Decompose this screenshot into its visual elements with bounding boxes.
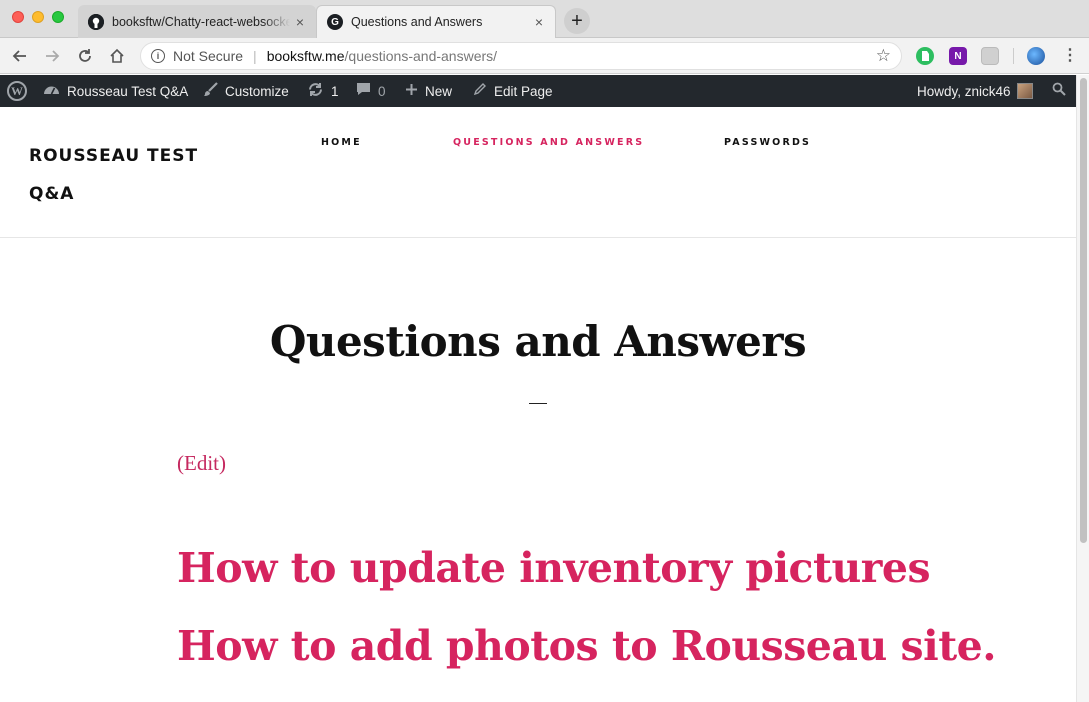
admin-updates-count: 1 [331,83,339,99]
github-icon [88,13,104,30]
wp-admin-bar: W Rousseau Test Q&A Customize 1 0 New Ed… [0,75,1076,107]
tab-title: booksftw/Chatty-react-websocket [112,14,290,29]
plus-icon [405,83,418,100]
nav-questions-and-answers[interactable]: QUESTIONS AND ANSWERS [453,137,644,148]
page-scrollbar[interactable] [1076,75,1089,702]
info-icon[interactable]: i [151,49,165,63]
tab-close-icon[interactable]: × [529,14,549,30]
browser-tab-bar: booksftw/Chatty-react-websocket × G Ques… [0,0,1089,38]
back-arrow-icon [12,50,26,62]
brush-icon [203,81,218,101]
admin-account[interactable]: Howdy, znick46 [917,75,1033,107]
g-icon: G [327,14,343,30]
home-button[interactable] [105,44,129,68]
dashboard-icon [43,82,60,100]
browser-menu-icon[interactable]: ⋮ [1062,46,1078,66]
page-title: Questions and Answers [269,317,807,366]
wordpress-logo-icon: W [7,81,27,101]
site-page: ROUSSEAU TEST Q&A HOME QUESTIONS AND ANS… [0,107,1076,702]
admin-search[interactable] [1052,75,1073,107]
admin-edit-page-label: Edit Page [494,83,553,99]
qa-link-update-inventory-pictures[interactable]: How to update inventory pictures [177,544,931,592]
back-button[interactable] [8,44,32,68]
url-host: booksftw.me [266,48,345,64]
minimize-window-button[interactable] [32,11,44,23]
comment-icon [356,82,371,100]
site-title-line1: ROUSSEAU TEST [29,146,199,166]
pencil-icon [473,82,487,100]
tab-close-icon[interactable]: × [290,14,310,30]
reload-button[interactable] [73,44,97,68]
title-divider [529,403,547,404]
forward-arrow-icon [46,50,60,62]
admin-howdy-label: Howdy, znick46 [917,83,1011,99]
address-bar[interactable]: i Not Secure | booksftw.me /questions-an… [140,42,902,70]
tab-github[interactable]: booksftw/Chatty-react-websocket × [78,5,316,38]
profile-avatar-icon[interactable] [1027,47,1045,65]
updates-icon [307,82,324,101]
tab-questions-and-answers[interactable]: G Questions and Answers × [316,5,556,38]
wp-logo-button[interactable]: W [7,75,27,107]
admin-site-name-label: Rousseau Test Q&A [67,83,189,99]
qa-link-add-photos[interactable]: How to add photos to Rousseau site. [177,622,997,670]
admin-new[interactable]: New [405,75,452,107]
url-path: /questions-and-answers/ [344,48,498,64]
admin-comments[interactable]: 0 [356,75,386,107]
site-title-line2: Q&A [29,184,75,204]
nav-home[interactable]: HOME [321,137,362,148]
home-icon [110,48,124,63]
admin-site-name[interactable]: Rousseau Test Q&A [43,75,188,107]
maximize-window-button[interactable] [52,11,64,23]
admin-comments-count: 0 [378,83,386,99]
nav-passwords[interactable]: PASSWORDS [724,137,811,148]
admin-updates[interactable]: 1 [307,75,339,107]
site-title[interactable]: ROUSSEAU TEST Q&A [29,137,229,213]
evernote-extension-icon[interactable] [916,47,934,65]
admin-new-label: New [425,83,453,99]
close-window-button[interactable] [12,11,24,23]
admin-edit-page[interactable]: Edit Page [473,75,553,107]
tab-title: Questions and Answers [351,15,483,29]
user-avatar [1016,83,1033,99]
toolbar-divider [1013,48,1014,64]
browser-toolbar: i Not Secure | booksftw.me /questions-an… [0,38,1089,74]
edit-link[interactable]: (Edit) [177,451,226,476]
scrollbar-thumb[interactable] [1080,78,1087,543]
forward-button[interactable] [40,44,64,68]
admin-customize-label: Customize [225,83,289,99]
bookmark-star-icon[interactable]: ☆ [876,46,891,66]
extension-icon[interactable] [981,47,999,65]
onenote-extension-icon[interactable]: N [949,47,967,65]
site-header: ROUSSEAU TEST Q&A HOME QUESTIONS AND ANS… [0,107,1076,238]
reload-icon [79,49,91,62]
admin-customize[interactable]: Customize [203,75,289,107]
address-divider: | [253,48,257,64]
new-tab-button[interactable]: + [564,8,590,34]
search-icon [1052,82,1066,100]
security-label: Not Secure [173,48,244,64]
